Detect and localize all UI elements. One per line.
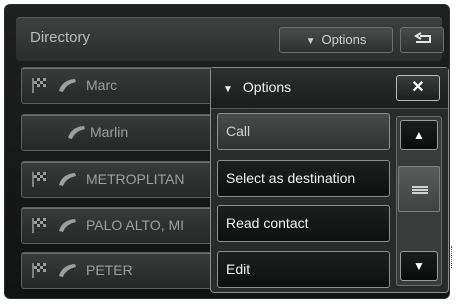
grip-icon — [412, 186, 428, 194]
menu-item-label: Edit — [226, 261, 251, 277]
menu-item-label: Call — [226, 123, 251, 139]
menu-item-label: Read contact — [226, 215, 309, 231]
scroll-down-icon: ▼ — [413, 259, 425, 273]
page-title: Directory — [30, 29, 91, 46]
contact-row[interactable]: PALO ALTO, MI — [21, 207, 219, 244]
contact-name: Marlin — [90, 124, 129, 140]
options-popup-header: ▼ Options ✕ — [211, 68, 448, 109]
contact-row[interactable]: Marlin — [21, 114, 219, 151]
menu-item-select-destination[interactable]: Select as destination — [217, 160, 390, 197]
menu-item-label: Select as destination — [226, 170, 356, 186]
contact-name: METROPLITAN — [86, 171, 185, 187]
contact-row[interactable]: METROPLITAN — [21, 161, 219, 198]
back-return-icon — [414, 32, 431, 43]
flag-icon — [32, 218, 46, 233]
scrollbar[interactable]: ▲ ▼ — [396, 116, 442, 286]
close-button[interactable]: ✕ — [396, 75, 440, 101]
contact-name: Marc — [86, 77, 118, 93]
phone-icon — [59, 219, 76, 232]
flag-icon — [32, 172, 46, 187]
menu-item-call[interactable]: Call — [217, 113, 390, 150]
scroll-up-icon: ▲ — [413, 128, 425, 142]
phone-icon — [59, 79, 76, 92]
menu-item-edit[interactable]: Edit — [217, 251, 390, 288]
options-button-label: Options — [321, 32, 367, 47]
back-button[interactable] — [400, 27, 444, 53]
edge-mark — [451, 246, 456, 268]
options-button[interactable]: ▼ Options — [279, 27, 393, 53]
phone-icon — [59, 264, 76, 277]
scroll-down-button[interactable]: ▼ — [400, 251, 438, 281]
menu-item-read-contact[interactable]: Read contact — [217, 205, 390, 242]
flag-icon — [32, 263, 46, 278]
options-popup-title: ▼ Options — [223, 79, 291, 95]
phone-icon — [59, 173, 76, 186]
contact-name: PETER — [86, 262, 133, 278]
flag-icon — [32, 78, 46, 93]
scroll-up-button[interactable]: ▲ — [400, 120, 438, 150]
contact-name: PALO ALTO, MI — [86, 217, 185, 233]
triangle-down-icon: ▼ — [305, 36, 316, 47]
contact-row[interactable]: Marc — [21, 67, 219, 104]
triangle-down-icon: ▼ — [223, 84, 233, 95]
options-popup: ▼ Options ✕ Call Select as destination Re… — [210, 67, 449, 293]
options-popup-title-text: Options — [242, 79, 292, 95]
phone-icon — [68, 126, 85, 139]
contact-row[interactable]: PETER — [21, 252, 219, 289]
close-x-icon: ✕ — [411, 79, 425, 96]
scrollbar-thumb[interactable] — [398, 166, 440, 212]
